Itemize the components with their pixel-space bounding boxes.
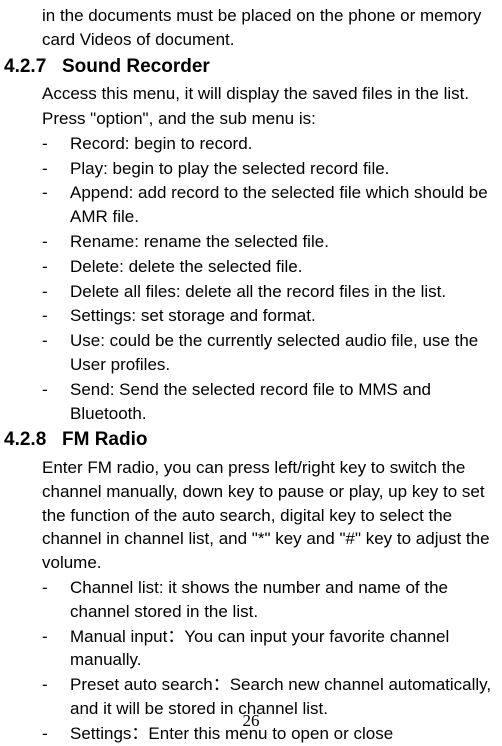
list-text: Send: Send the selected record file to M… bbox=[70, 378, 494, 426]
bullet: - bbox=[42, 576, 70, 624]
section-title: Sound Recorder bbox=[62, 56, 210, 77]
list-item: - Rename: rename the selected file. bbox=[42, 230, 494, 254]
list-item: - Delete: delete the selected file. bbox=[42, 255, 494, 279]
list-item: - Use: could be the currently selected a… bbox=[42, 329, 494, 377]
list-text: Play: begin to play the selected record … bbox=[70, 157, 494, 181]
list-item: - Play: begin to play the selected recor… bbox=[42, 157, 494, 181]
section-heading-4-2-7: 4.2.7Sound Recorder bbox=[42, 54, 494, 81]
section-body: Press "option", and the sub menu is: bbox=[42, 107, 494, 131]
list-text: Record: begin to record. bbox=[70, 132, 494, 156]
list-item: - Append: add record to the selected fil… bbox=[42, 181, 494, 229]
list-item: - Send: Send the selected record file to… bbox=[42, 378, 494, 426]
section-body: Access this menu, it will display the sa… bbox=[42, 82, 494, 106]
list-item: - Record: begin to record. bbox=[42, 132, 494, 156]
section-number: 4.2.8 bbox=[0, 427, 62, 454]
intro-text: in the documents must be placed on the p… bbox=[42, 4, 494, 52]
list-text: Delete all files: delete all the record … bbox=[70, 280, 494, 304]
bullet: - bbox=[42, 378, 70, 426]
bullet: - bbox=[42, 230, 70, 254]
list-text: Use: could be the currently selected aud… bbox=[70, 329, 494, 377]
section-body: Enter FM radio, you can press left/right… bbox=[42, 456, 494, 575]
list-text: Rename: rename the selected file. bbox=[70, 230, 494, 254]
bullet: - bbox=[42, 625, 70, 673]
bullet: - bbox=[42, 280, 70, 304]
bullet: - bbox=[42, 255, 70, 279]
section-heading-4-2-8: 4.2.8FM Radio bbox=[42, 427, 494, 454]
list-item: - Delete all files: delete all the recor… bbox=[42, 280, 494, 304]
section-title: FM Radio bbox=[62, 429, 148, 450]
bullet: - bbox=[42, 157, 70, 181]
bullet: - bbox=[42, 304, 70, 328]
list-text: Delete: delete the selected file. bbox=[70, 255, 494, 279]
list-text: Manual input：You can input your favorite… bbox=[70, 625, 494, 673]
bullet: - bbox=[42, 329, 70, 377]
list-item: - Settings: set storage and format. bbox=[42, 304, 494, 328]
section-number: 4.2.7 bbox=[0, 54, 62, 81]
list-text: Channel list: it shows the number and na… bbox=[70, 576, 494, 624]
bullet: - bbox=[42, 181, 70, 229]
list-item: - Channel list: it shows the number and … bbox=[42, 576, 494, 624]
list-item: - Manual input：You can input your favori… bbox=[42, 625, 494, 673]
list-text: Append: add record to the selected file … bbox=[70, 181, 494, 229]
page-number: 26 bbox=[0, 709, 502, 733]
list-text: Settings: set storage and format. bbox=[70, 304, 494, 328]
bullet: - bbox=[42, 132, 70, 156]
